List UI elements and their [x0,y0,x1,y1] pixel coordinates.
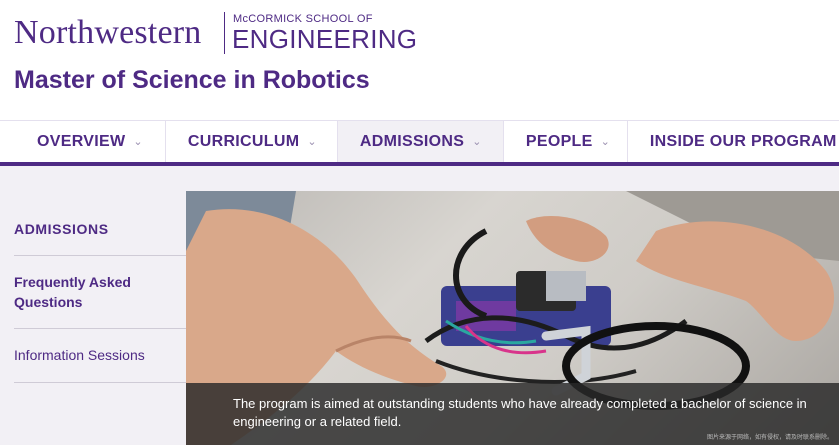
main-content: ADMISSIONS Frequently Asked Questions In… [0,166,839,445]
image-watermark: 图片来源于网络，如有侵权，请及时联系删除。 [706,435,833,441]
site-title[interactable]: Master of Science in Robotics [14,66,370,95]
chevron-down-icon: ⌄ [472,136,482,148]
sidebar-nav: ADMISSIONS Frequently Asked Questions In… [14,202,186,383]
tab-overview[interactable]: OVERVIEW ⌄ [0,121,166,162]
sidebar-heading-admissions[interactable]: ADMISSIONS [14,202,186,256]
logo-divider [224,12,225,54]
chevron-down-icon: ⌄ [307,136,317,148]
tab-label: PEOPLE [525,132,593,150]
tab-admissions[interactable]: ADMISSIONS ⌄ [337,121,504,162]
tab-people[interactable]: PEOPLE ⌄ [504,121,628,162]
chevron-down-icon: ⌄ [133,136,143,148]
sidebar-item-information-sessions[interactable]: Information Sessions [14,329,186,383]
northwestern-logo[interactable]: Northwestern [14,14,201,52]
tab-label: OVERVIEW [37,132,126,150]
site-header: Northwestern McCORMICK SCHOOL OF ENGINEE… [0,0,839,120]
tab-label: ADMISSIONS [359,132,465,150]
main-nav: OVERVIEW ⌄ CURRICULUM ⌄ ADMISSIONS ⌄ PEO… [0,120,839,166]
tab-label: CURRICULUM [187,132,300,150]
school-name[interactable]: ENGINEERING [232,24,417,55]
chevron-down-icon: ⌄ [600,136,611,148]
tab-inside-our-program[interactable]: INSIDE OUR PROGRAM [628,121,839,162]
tab-label: INSIDE OUR PROGRAM [649,132,837,150]
hero-image: The program is aimed at outstanding stud… [186,191,839,445]
tab-curriculum[interactable]: CURRICULUM ⌄ [166,121,338,162]
sidebar-item-faq[interactable]: Frequently Asked Questions [14,256,186,329]
